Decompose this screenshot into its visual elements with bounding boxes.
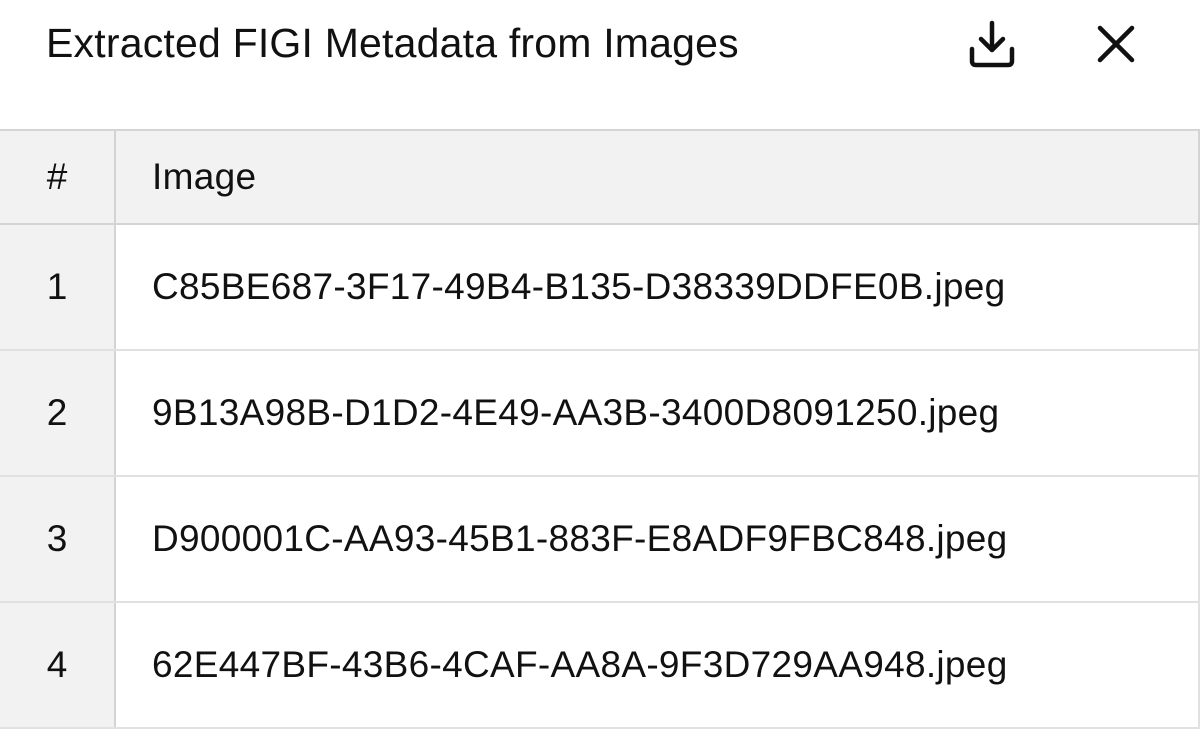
- table-row[interactable]: 1 C85BE687-3F17-49B4-B135-D38339DDFE0B.j…: [0, 225, 1200, 351]
- image-filename-cell[interactable]: C85BE687-3F17-49B4-B135-D38339DDFE0B.jpe…: [116, 225, 1200, 349]
- download-button[interactable]: [962, 16, 1022, 72]
- table-row[interactable]: 2 9B13A98B-D1D2-4E49-AA3B-3400D8091250.j…: [0, 351, 1200, 477]
- image-filename: C85BE687-3F17-49B4-B135-D38339DDFE0B.jpe…: [152, 266, 1006, 307]
- image-filename-cell[interactable]: D900001C-AA93-45B1-883F-E8ADF9FBC848.jpe…: [116, 477, 1200, 601]
- image-filename: D900001C-AA93-45B1-883F-E8ADF9FBC848.jpe…: [152, 518, 1008, 559]
- dialog-title: Extracted FIGI Metadata from Images: [46, 20, 739, 66]
- close-button[interactable]: [1086, 16, 1146, 72]
- download-icon: [969, 20, 1015, 68]
- image-filename: 9B13A98B-D1D2-4E49-AA3B-3400D8091250.jpe…: [152, 392, 1000, 433]
- image-filename-cell[interactable]: 9B13A98B-D1D2-4E49-AA3B-3400D8091250.jpe…: [116, 351, 1200, 475]
- column-header-image: Image: [116, 131, 1200, 223]
- dialog-header: Extracted FIGI Metadata from Images: [0, 0, 1200, 130]
- column-header-image-label: Image: [152, 156, 257, 197]
- table-header-row: # Image: [0, 131, 1200, 225]
- image-filename-cell[interactable]: 62E447BF-43B6-4CAF-AA8A-9F3D729AA948.jpe…: [116, 603, 1200, 727]
- row-number: 3: [0, 477, 116, 601]
- column-header-number: #: [0, 131, 116, 223]
- table-row[interactable]: 4 62E447BF-43B6-4CAF-AA8A-9F3D729AA948.j…: [0, 603, 1200, 729]
- metadata-table: # Image 1 C85BE687-3F17-49B4-B135-D38339…: [0, 129, 1200, 729]
- row-number: 4: [0, 603, 116, 727]
- table-row[interactable]: 3 D900001C-AA93-45B1-883F-E8ADF9FBC848.j…: [0, 477, 1200, 603]
- close-icon: [1097, 25, 1135, 63]
- image-filename: 62E447BF-43B6-4CAF-AA8A-9F3D729AA948.jpe…: [152, 644, 1008, 685]
- row-number: 1: [0, 225, 116, 349]
- row-number: 2: [0, 351, 116, 475]
